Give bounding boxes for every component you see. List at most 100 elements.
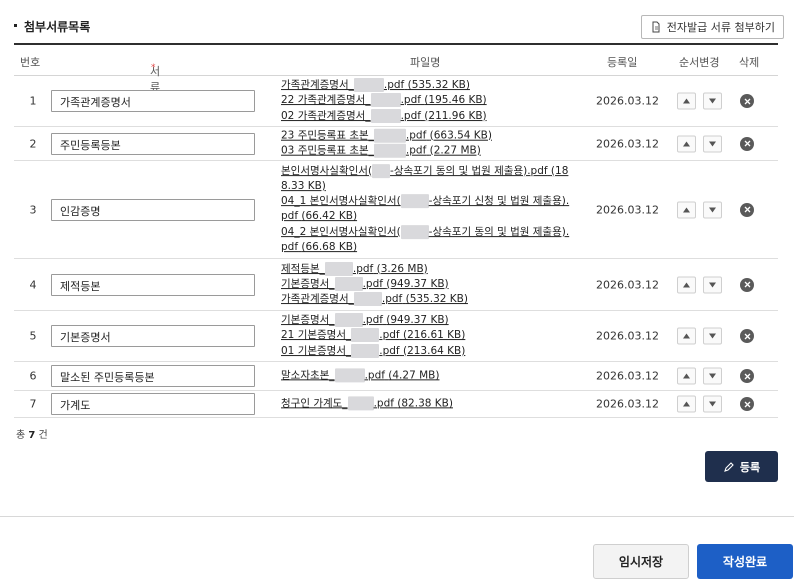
file-link[interactable]: 01 기본증명서_ .pdf (213.64 KB) [281,343,466,358]
table-row: 5 기본증명서 기본증명서_ .pdf (949.37 KB) 21 기본증명서_ .pd… [14,311,778,362]
section-title: 첨부서류목록 [14,18,90,35]
move-up-button[interactable] [677,327,696,345]
move-up-button[interactable] [677,92,696,110]
file-link[interactable]: 말소자초본_ .pdf (4.27 MB) [281,368,439,383]
close-icon [744,281,750,288]
file-link[interactable]: 23 주민등록표 초본_ .pdf (663.54 KB) [281,128,492,143]
file-name-suffix: .pdf [400,109,421,122]
temp-save-button[interactable]: 임시저장 [593,544,689,579]
file-item: 가족관계증명서_ .pdf (535.32 KB) [281,292,573,307]
file-link[interactable]: 기본증명서_ .pdf (949.37 KB) [281,313,449,328]
move-up-button[interactable] [677,395,696,413]
file-name-prefix: 가족관계증명서_ [281,293,354,306]
required-mark: * [151,63,156,73]
order-controls [677,395,722,413]
file-item: 21 기본증명서_ .pdf (216.61 KB) [281,328,573,343]
move-up-button[interactable] [677,276,696,293]
file-list: 말소자초본_ .pdf (4.27 MB) [281,368,573,383]
file-size: (216.61 KB) [402,329,466,342]
file-link[interactable]: 제적등본_ .pdf (3.26 MB) [281,261,428,276]
move-down-button[interactable] [703,367,722,385]
file-size: (3.26 MB) [376,262,428,275]
caret-up-icon [683,98,690,104]
file-size: (2.27 MB) [429,144,481,157]
reg-date: 2026.03.12 [596,137,659,150]
caret-up-icon [683,141,690,146]
delete-button[interactable] [740,202,754,217]
register-button[interactable]: 등록 [705,451,778,482]
doc-name-input[interactable]: 기본증명서 [51,325,255,347]
move-up-button[interactable] [677,367,696,385]
total-number: 7 [28,430,36,441]
delete-button[interactable] [740,136,754,151]
move-up-button[interactable] [677,135,696,152]
file-link[interactable]: 21 기본증명서_ .pdf (216.61 KB) [281,328,466,343]
file-name-suffix: .pdf [381,293,403,306]
row-number: 7 [29,397,37,411]
file-link[interactable]: 기본증명서_ .pdf (949.37 KB) [281,276,449,291]
move-down-button[interactable] [703,92,722,110]
file-link[interactable]: 청구인 가계도_ .pdf (82.38 KB) [281,396,453,411]
file-link[interactable]: 04_1 본인서명사실확인서(-상속포기 신청 및 법원 제출용).pdf (6… [281,194,569,223]
complete-button[interactable]: 작성완료 [697,544,793,579]
doc-name-input[interactable]: 인감증명 [51,198,255,221]
delete-button[interactable] [740,397,754,411]
file-size: (663.54 KB) [429,129,492,142]
file-name-prefix: 기본증명서_ [281,314,335,327]
caret-down-icon [709,373,716,379]
redacted-block [400,194,429,209]
file-name-prefix: 01 기본증명서_ [281,344,352,357]
file-item: 02 가족관계증명서_ .pdf (211.96 KB) [281,108,573,124]
doc-name-input[interactable]: 주민등록등본 [51,132,255,155]
col-num: 번호 [20,56,41,69]
doc-name-input[interactable]: 가계도 [51,393,255,415]
complete-label: 작성완료 [722,555,768,569]
file-link[interactable]: 02 가족관계증명서_ .pdf (211.96 KB) [281,108,487,123]
close-icon [744,140,750,147]
file-name-suffix: .pdf [364,369,385,382]
file-size: (949.37 KB) [386,277,449,290]
total-suffix: 건 [38,430,48,441]
move-down-button[interactable] [703,327,722,345]
file-item: 01 기본증명서_ .pdf (213.64 KB) [281,343,573,359]
move-down-button[interactable] [703,201,722,218]
redacted-block [334,313,363,328]
reg-date: 2026.03.12 [596,329,659,343]
delete-button[interactable] [740,277,754,292]
attach-e-document-button[interactable]: 전자발급 서류 첨부하기 [640,15,784,39]
file-list: 기본증명서_ .pdf (949.37 KB) 21 기본증명서_ .pdf (216… [281,313,573,359]
file-item: 23 주민등록표 초본_ .pdf (663.54 KB) [281,128,573,143]
file-name-suffix: .pdf [405,129,427,142]
move-down-button[interactable] [703,276,722,293]
redacted-block [372,163,391,178]
file-link[interactable]: 04_2 본인서명사실확인서(-상속포기 동의 및 법원 제출용).pdf (6… [281,224,569,253]
delete-button[interactable] [740,369,754,383]
file-size: (195.46 KB) [424,94,487,107]
reg-date: 2026.03.12 [596,278,659,291]
doc-name-input[interactable]: 제적등본 [51,273,255,296]
redacted-block [373,143,406,158]
delete-button[interactable] [740,329,754,343]
file-item: 22 가족관계증명서_ .pdf (195.46 KB) [281,93,573,108]
order-controls [677,135,722,152]
caret-down-icon [709,401,716,407]
move-down-button[interactable] [703,395,722,413]
caret-down-icon [709,282,716,287]
move-up-button[interactable] [677,201,696,218]
file-size: (213.64 KB) [402,344,466,357]
doc-name-input[interactable]: 가족관계증명서 [51,90,255,112]
file-link[interactable]: 가족관계증명서_ .pdf (535.32 KB) [281,292,468,307]
file-link[interactable]: 가족관계증명서_ .pdf (535.32 KB) [281,78,470,93]
file-link[interactable]: 03 주민등록표 초본_ .pdf (2.27 MB) [281,143,481,158]
redacted-block [353,292,382,307]
col-order: 순서변경 [679,56,720,69]
move-down-button[interactable] [703,135,722,152]
doc-name-input[interactable]: 말소된 주민등록등본 [51,365,255,387]
file-item: 본인서명사실확인서(-상속포기 동의 및 법원 제출용).pdf (18 8.3… [281,163,573,195]
file-item: 말소자초본_ .pdf (4.27 MB) [281,368,573,383]
caret-down-icon [709,333,716,339]
file-link[interactable]: 본인서명사실확인서(-상속포기 동의 및 법원 제출용).pdf (18 8.3… [281,163,568,192]
delete-button[interactable] [740,94,754,108]
file-link[interactable]: 22 가족관계증명서_ .pdf (195.46 KB) [281,93,487,108]
document-icon [652,21,660,33]
